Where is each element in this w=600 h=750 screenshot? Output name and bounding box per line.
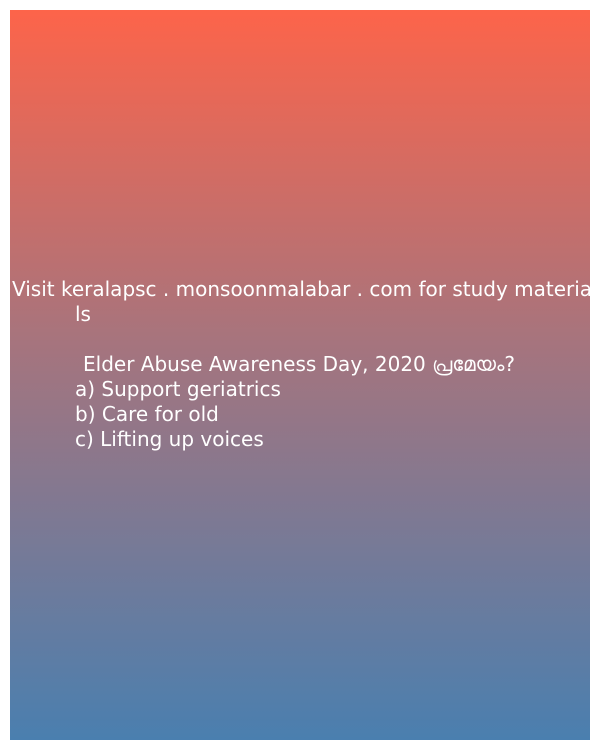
option-a: a) Support geriatrics [75,377,281,401]
promo-text: Visit keralapsc . monsoonmalabar . com f… [12,277,590,327]
option-b: b) Care for old [75,402,219,426]
question-text: Elder Abuse Awareness Day, 2020 പ്രമേയം? [83,352,515,376]
promo-line-1: Visit keralapsc . monsoonmalabar . com f… [12,277,590,301]
option-c: c) Lifting up voices [75,427,264,451]
quiz-card: Visit keralapsc . monsoonmalabar . com f… [10,10,590,740]
promo-line-2: ls [75,302,91,326]
question-block: Elder Abuse Awareness Day, 2020 പ്രമേയം?… [75,352,575,452]
